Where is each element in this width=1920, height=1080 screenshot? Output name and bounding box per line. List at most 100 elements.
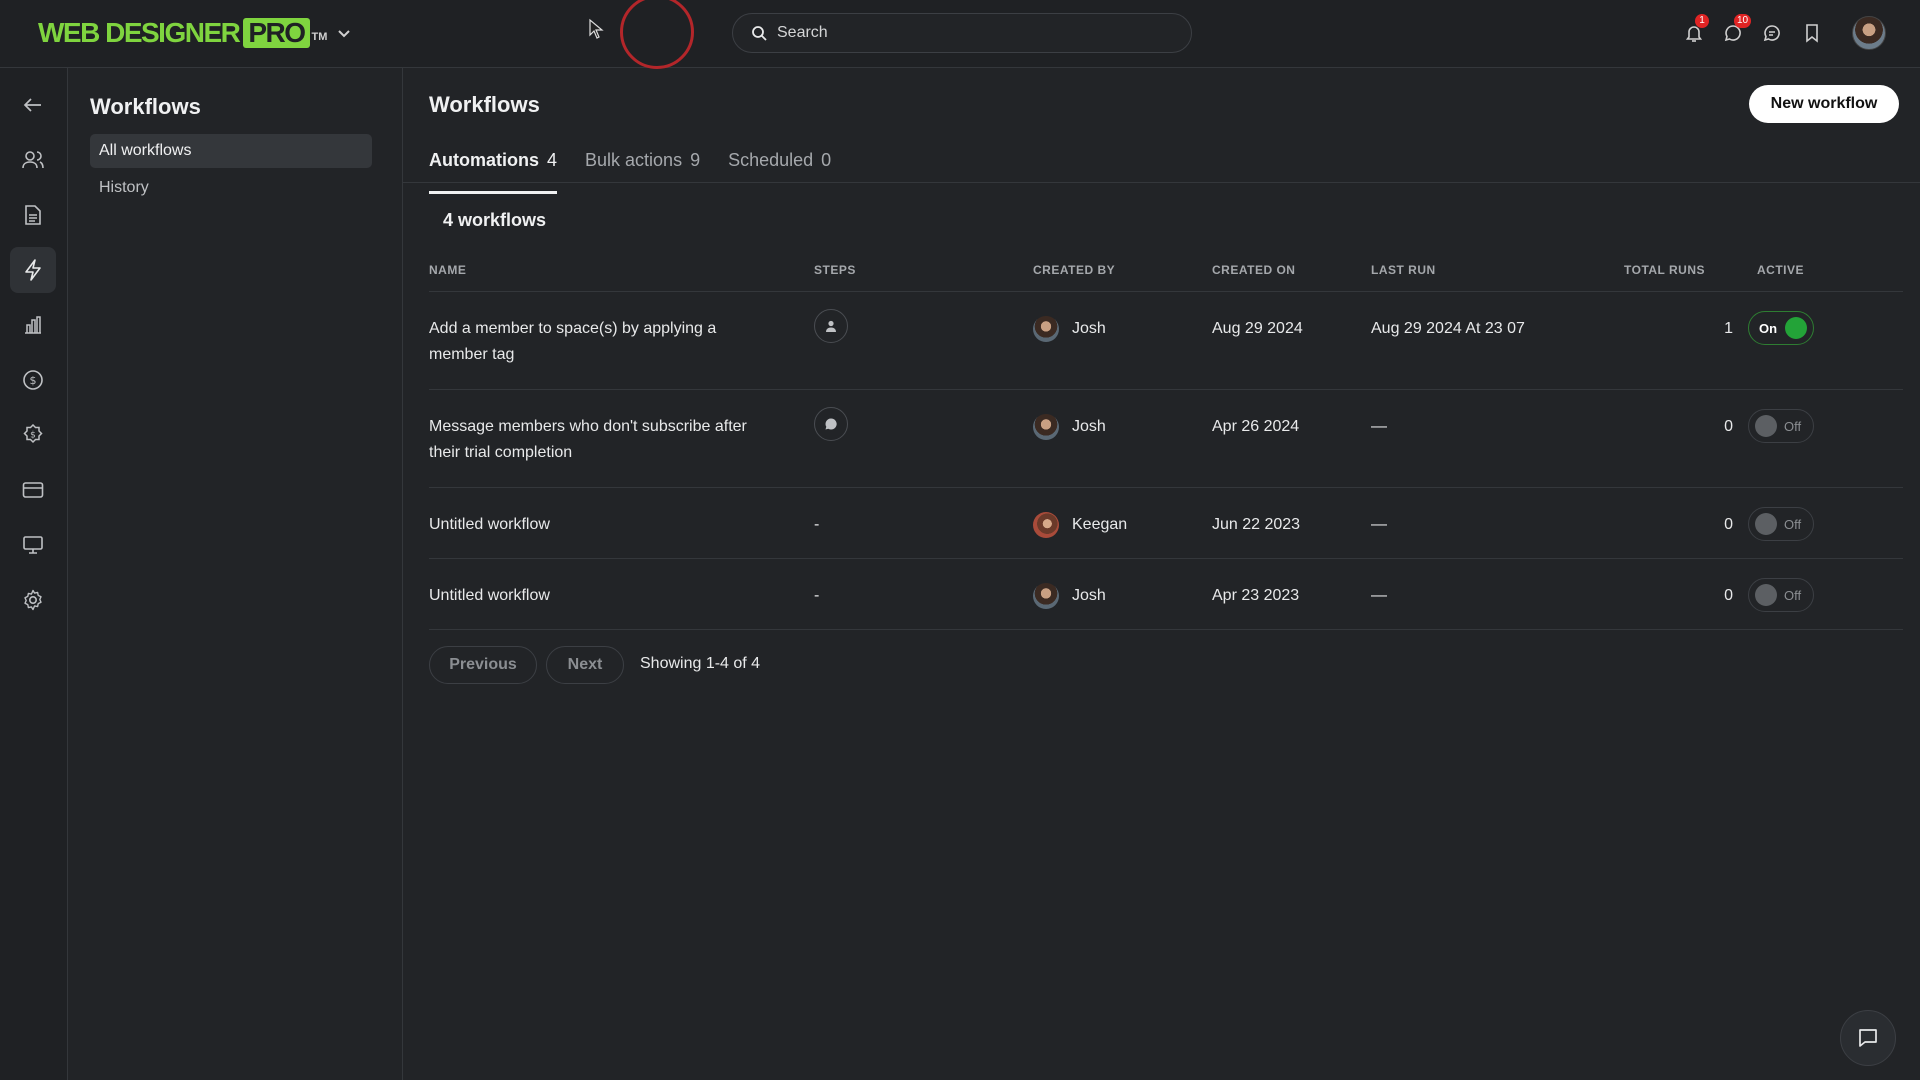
workflow-name-line: their trial completion (429, 444, 573, 461)
active-toggle[interactable]: On (1748, 311, 1814, 345)
brand-tm: TM (311, 31, 328, 43)
tab-count: 4 (547, 150, 558, 170)
column-header-created-by[interactable]: CREATED BY (1033, 263, 1115, 277)
tab-bulk-actions[interactable]: Bulk actions 9 (585, 148, 700, 194)
avatar (1033, 316, 1059, 342)
workflows-sidebar: Workflows All workflows History (68, 68, 403, 1080)
loading-spinner (620, 0, 694, 69)
rail-content[interactable] (10, 192, 56, 238)
messages-button[interactable]: 10 (1720, 14, 1752, 46)
notification-badge: 1 (1695, 14, 1709, 28)
messages-badge: 10 (1734, 14, 1752, 28)
tab-count: 9 (690, 150, 701, 170)
pagination-status: Showing 1-4 of 4 (640, 655, 761, 672)
avatar (1033, 512, 1059, 538)
toggle-knob (1755, 584, 1777, 606)
notifications-button[interactable]: 1 (1681, 14, 1709, 46)
workflow-name[interactable]: Untitled workflow (429, 583, 789, 609)
total-runs: 1 (1724, 320, 1733, 337)
back-button[interactable] (10, 82, 56, 128)
tab-automations[interactable]: Automations 4 (429, 148, 558, 194)
last-run: — (1371, 516, 1387, 533)
support-chat-button[interactable] (1840, 1010, 1896, 1066)
row-divider (429, 558, 1903, 559)
workflow-name-line: Message members who don't subscribe afte… (429, 418, 747, 435)
chevron-down-icon[interactable] (334, 24, 354, 44)
tab-scheduled[interactable]: Scheduled 0 (728, 148, 831, 194)
toggle-label: Off (1784, 516, 1802, 532)
avatar (1033, 583, 1059, 609)
rail-settings[interactable] (10, 577, 56, 623)
comments-icon (1762, 23, 1782, 43)
rail-monetization[interactable]: $ (10, 412, 56, 458)
row-divider (429, 629, 1903, 630)
tabs-divider (403, 182, 1920, 183)
tab-count: 0 (821, 150, 832, 170)
workflow-name-line: Add a member to space(s) by applying a (429, 320, 717, 337)
bookmark-icon (1803, 23, 1821, 43)
column-header-active[interactable]: ACTIVE (1757, 263, 1804, 277)
column-header-steps[interactable]: STEPS (814, 263, 856, 277)
created-by: Josh (1072, 587, 1106, 604)
search-input[interactable] (777, 24, 1157, 42)
rail-billing[interactable] (10, 467, 56, 513)
toggle-label: Off (1784, 587, 1802, 603)
arrow-left-icon (23, 97, 43, 113)
last-run: Aug 29 2024 At 23 07 (1371, 320, 1525, 337)
column-header-total-runs[interactable]: TOTAL RUNS (1624, 263, 1705, 277)
created-on: Apr 23 2023 (1212, 587, 1300, 604)
brand-logo[interactable]: WEB DESIGNER PRO TM (38, 14, 327, 52)
top-bar: WEB DESIGNER PRO TM 1 10 (0, 0, 1920, 69)
created-by: Josh (1072, 320, 1106, 337)
active-toggle[interactable]: Off (1748, 578, 1814, 612)
tab-label: Automations (429, 150, 539, 170)
steps-empty: - (814, 516, 820, 533)
column-header-name[interactable]: NAME (429, 263, 466, 277)
page-title: Workflows (429, 92, 540, 117)
rail-display[interactable] (10, 522, 56, 568)
toggle-knob (1755, 513, 1777, 535)
users-icon (22, 150, 44, 170)
toggle-knob (1785, 317, 1808, 339)
last-run: — (1371, 418, 1387, 435)
search-bar[interactable] (732, 13, 1192, 53)
rail-analytics[interactable] (10, 302, 56, 348)
avatar (1033, 414, 1059, 440)
bookmarks-button[interactable] (1799, 20, 1825, 46)
column-header-created-on[interactable]: CREATED ON (1212, 263, 1295, 277)
brand-name: WEB DESIGNER (38, 17, 241, 48)
rail-members[interactable] (10, 137, 56, 183)
workflow-name[interactable]: Add a member to space(s) by applying a m… (429, 316, 789, 368)
workflow-name[interactable]: Message members who don't subscribe afte… (429, 414, 809, 466)
next-button[interactable]: Next (546, 646, 624, 684)
active-toggle[interactable]: Off (1748, 409, 1814, 443)
previous-button[interactable]: Previous (429, 646, 537, 684)
header-divider (429, 291, 1903, 292)
new-workflow-button[interactable]: New workflow (1749, 85, 1899, 123)
step-person-icon[interactable] (814, 309, 848, 343)
mouse-cursor-icon (588, 18, 604, 40)
toggle-knob (1755, 415, 1777, 437)
sidebar-title: Workflows (90, 94, 201, 119)
rail-payments[interactable]: $ (10, 357, 56, 403)
step-message-icon[interactable] (814, 407, 848, 441)
bar-chart-icon (23, 315, 43, 335)
user-avatar[interactable] (1852, 16, 1886, 50)
search-icon (751, 25, 767, 41)
sidebar-item-all-workflows[interactable]: All workflows (90, 134, 372, 168)
created-by: Keegan (1072, 516, 1128, 533)
total-runs: 0 (1724, 516, 1733, 533)
comments-button[interactable] (1759, 20, 1785, 46)
created-on: Aug 29 2024 (1212, 320, 1303, 337)
sidebar-item-history[interactable]: History (90, 171, 372, 205)
row-divider (429, 487, 1903, 488)
tab-label: Bulk actions (585, 150, 683, 170)
workflow-name[interactable]: Untitled workflow (429, 512, 789, 538)
column-header-last-run[interactable]: LAST RUN (1371, 263, 1436, 277)
rail-workflows[interactable] (10, 247, 56, 293)
chat-icon (1857, 1027, 1879, 1049)
active-toggle[interactable]: Off (1748, 507, 1814, 541)
document-icon (24, 204, 42, 226)
gear-icon (22, 589, 44, 611)
svg-text:$: $ (30, 374, 37, 387)
